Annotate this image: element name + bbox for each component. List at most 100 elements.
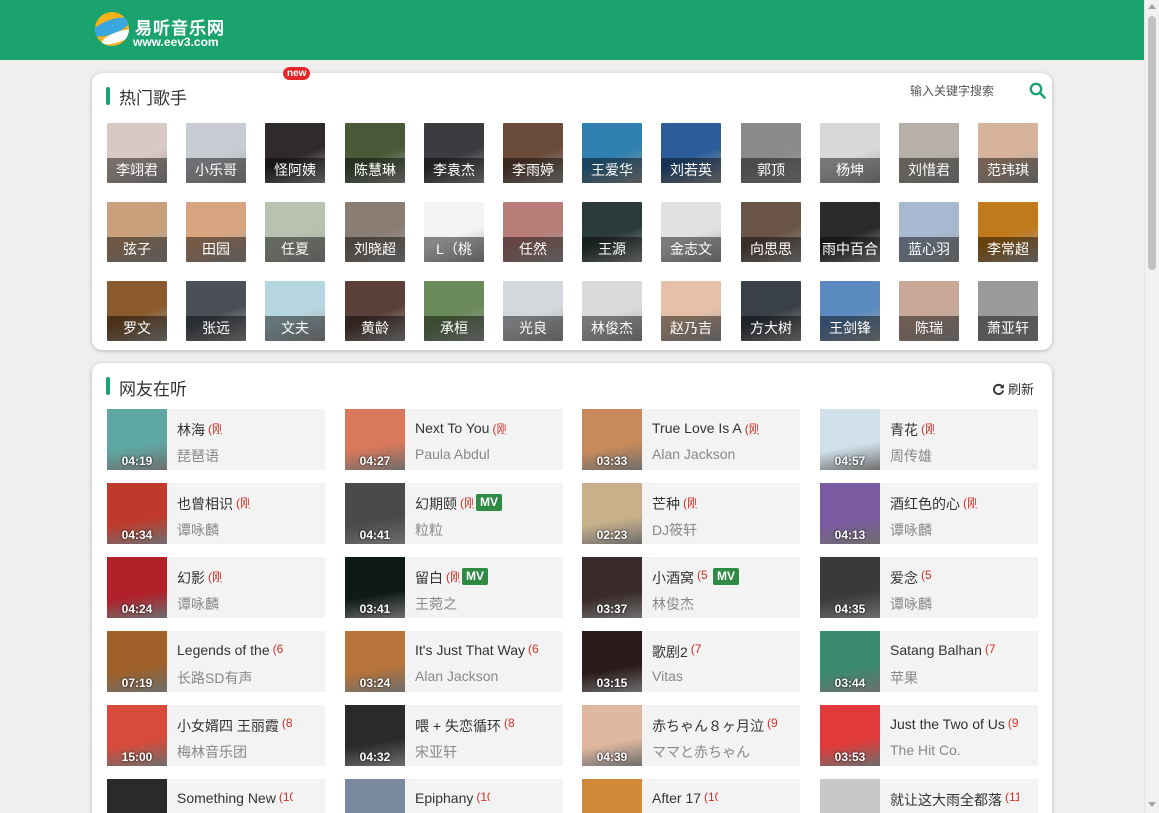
song-cover[interactable]: 04:34 (107, 483, 167, 544)
refresh-button[interactable]: 刷新 (992, 379, 1034, 398)
song-artist[interactable]: 苹果 (890, 668, 918, 688)
song-title[interactable]: 芒种 (652, 494, 680, 514)
song-item[interactable]: 04:13 酒红色的心 (刚 谭咏麟 (820, 483, 1038, 544)
singer-card[interactable]: 范玮琪 (978, 123, 1038, 183)
song-title[interactable]: 喂 + 失恋循环 (415, 716, 501, 736)
song-item[interactable]: 04:39 赤ちゃん８ヶ月泣 (9 ママと赤ちゃん (582, 705, 800, 766)
song-title[interactable]: True Love Is A (652, 420, 742, 436)
song-item[interactable]: 就让这大雨全都落 (11 (820, 779, 1038, 813)
singer-card[interactable]: 李袁杰 (424, 123, 484, 183)
song-item[interactable]: 03:41 留白 (刚 MV 王菀之 (345, 557, 563, 618)
song-item[interactable]: 04:34 也曾相识 (刚 谭咏麟 (107, 483, 325, 544)
song-artist[interactable]: Vitas (652, 668, 683, 684)
song-artist[interactable]: 谭咏麟 (177, 594, 219, 614)
song-cover[interactable]: 15:00 (107, 705, 167, 766)
song-artist[interactable]: Alan Jackson (652, 446, 735, 462)
scroll-thumb[interactable] (1148, 16, 1156, 270)
singer-card[interactable]: 赵乃吉 (661, 281, 721, 341)
singer-card[interactable]: 蓝心羽 (899, 202, 959, 262)
page-scrollbar[interactable] (1144, 0, 1159, 813)
singer-card[interactable]: 林俊杰 (582, 281, 642, 341)
song-cover[interactable]: 04:24 (107, 557, 167, 618)
song-item[interactable]: After 17(10 (582, 779, 800, 813)
song-item[interactable]: 03:53 Just the Two of Us (9 The Hit Co. (820, 705, 1038, 766)
song-title[interactable]: 歌剧2 (652, 642, 688, 662)
search-input[interactable] (910, 81, 1028, 101)
singer-card[interactable]: 李常超 (978, 202, 1038, 262)
scroll-down-arrow-icon[interactable] (1148, 802, 1156, 807)
song-artist[interactable]: 谭咏麟 (890, 594, 932, 614)
song-item[interactable]: Something New(10 (107, 779, 325, 813)
song-title[interactable]: Legends of the (177, 642, 270, 658)
song-title[interactable]: Something New (177, 790, 276, 806)
song-title[interactable]: After 17 (652, 790, 701, 806)
song-cover[interactable]: 03:33 (582, 409, 642, 470)
song-item[interactable]: 04:35 爱念 (5 谭咏麟 (820, 557, 1038, 618)
song-item[interactable]: 15:00 小女婿四 王丽霞 (8 梅林音乐团 (107, 705, 325, 766)
song-artist[interactable]: 谭咏麟 (177, 520, 219, 540)
song-artist[interactable]: 琵琶语 (177, 446, 219, 466)
song-artist[interactable]: Alan Jackson (415, 668, 498, 684)
song-cover[interactable]: 03:44 (820, 631, 880, 692)
song-artist[interactable]: DJ筱轩 (652, 520, 697, 540)
singer-card[interactable]: 任然 (503, 202, 563, 262)
song-cover[interactable]: 03:41 (345, 557, 405, 618)
singer-card[interactable]: 刘晓超 (345, 202, 405, 262)
song-title[interactable]: 就让这大雨全都落 (890, 790, 1002, 810)
song-cover[interactable]: 04:32 (345, 705, 405, 766)
scroll-up-arrow-icon[interactable] (1148, 4, 1156, 9)
singer-card[interactable]: 雨中百合 (820, 202, 880, 262)
song-item[interactable]: 02:23 芒种 (刚 DJ筱轩 (582, 483, 800, 544)
song-cover[interactable]: 04:13 (820, 483, 880, 544)
singer-card[interactable]: L（桃 (424, 202, 484, 262)
singer-card[interactable]: 向思思 (741, 202, 801, 262)
song-title[interactable]: 青花 (890, 420, 918, 440)
song-artist[interactable]: 周传雄 (890, 446, 932, 466)
song-item[interactable]: 03:15 歌剧2 (7 Vitas (582, 631, 800, 692)
song-cover[interactable]: 07:19 (107, 631, 167, 692)
mv-badge[interactable]: MV (462, 568, 488, 585)
song-artist[interactable]: 林俊杰 (652, 594, 694, 614)
song-artist[interactable]: 粒粒 (415, 520, 443, 540)
singer-card[interactable]: 承桓 (424, 281, 484, 341)
song-item[interactable]: Epiphany(10 (345, 779, 563, 813)
singer-card[interactable]: 方大树 (741, 281, 801, 341)
song-item[interactable]: 03:24 It's Just That Way (6 Alan Jackson (345, 631, 563, 692)
song-title[interactable]: Epiphany (415, 790, 473, 806)
song-title[interactable]: 也曾相识 (177, 494, 233, 514)
song-item[interactable]: 04:57 青花 (刚 周传雄 (820, 409, 1038, 470)
singer-card[interactable]: 张远 (186, 281, 246, 341)
singer-card[interactable]: 李雨婷 (503, 123, 563, 183)
song-item[interactable]: 04:41 幻期颐 (刚 MV 粒粒 (345, 483, 563, 544)
song-title[interactable]: 赤ちゃん８ヶ月泣 (652, 716, 764, 736)
song-cover[interactable]: 03:37 (582, 557, 642, 618)
song-title[interactable]: Next To You (415, 420, 489, 436)
singer-card[interactable]: 田园 (186, 202, 246, 262)
singer-card[interactable]: 罗文 (107, 281, 167, 341)
song-title[interactable]: 小女婿四 王丽霞 (177, 716, 279, 736)
mv-badge[interactable]: MV (713, 568, 739, 585)
song-title[interactable]: 爱念 (890, 568, 918, 588)
song-title[interactable]: 幻期颐 (415, 494, 457, 514)
singer-card[interactable]: 萧亚轩 (978, 281, 1038, 341)
song-item[interactable]: 07:19 Legends of the (6 长路SD有声 (107, 631, 325, 692)
song-cover[interactable] (582, 779, 642, 813)
site-logo[interactable]: 易听音乐网 www.eev3.com (95, 12, 235, 50)
song-title[interactable]: 小酒窝 (652, 568, 694, 588)
song-cover[interactable]: 03:53 (820, 705, 880, 766)
singer-card[interactable]: 王剑锋 (820, 281, 880, 341)
song-cover[interactable]: 04:41 (345, 483, 405, 544)
song-item[interactable]: 03:37 小酒窝 (5 MV 林俊杰 (582, 557, 800, 618)
singer-card[interactable]: 小乐哥 (186, 123, 246, 183)
song-title[interactable]: Just the Two of Us (890, 716, 1005, 732)
singer-card[interactable]: 任夏 (265, 202, 325, 262)
song-artist[interactable]: 王菀之 (415, 594, 457, 614)
singer-card[interactable]: 黄龄 (345, 281, 405, 341)
song-artist[interactable]: 长路SD有声 (177, 668, 252, 688)
song-item[interactable]: 04:24 幻影 (刚 谭咏麟 (107, 557, 325, 618)
song-title[interactable]: It's Just That Way (415, 642, 525, 658)
singer-card[interactable]: 弦子 (107, 202, 167, 262)
song-artist[interactable]: 梅林音乐团 (177, 742, 247, 762)
song-item[interactable]: 03:44 Satang Balhan (7 苹果 (820, 631, 1038, 692)
song-cover[interactable]: 02:23 (582, 483, 642, 544)
